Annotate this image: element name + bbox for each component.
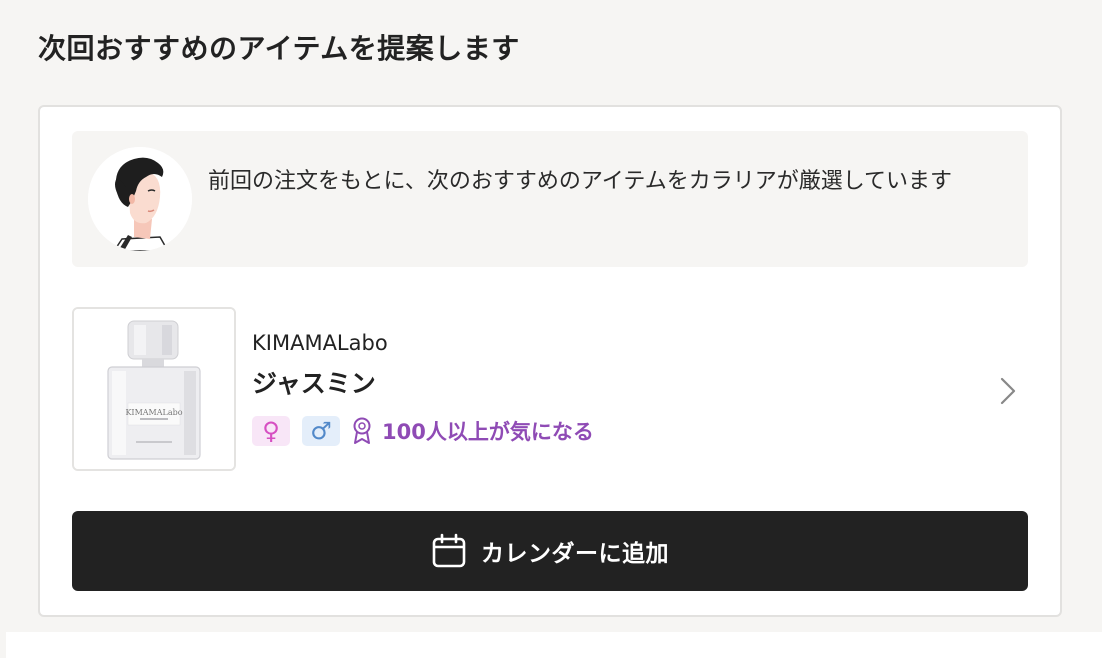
advisor-message: 前回の注文をもとに、次のおすすめのアイテムをカラリアが厳選しています [208, 169, 953, 194]
product-item[interactable]: KIMAMALabo KIMAMALabo ジャスミン ♀ ♂ 100人以上が気… [72, 307, 1028, 471]
bottle-label: KIMAMALabo [125, 408, 182, 417]
calendar-icon [432, 533, 466, 568]
add-to-calendar-button[interactable]: カレンダーに追加 [72, 511, 1028, 591]
product-brand: KIMAMALabo [252, 331, 388, 355]
chevron-right-icon[interactable] [996, 375, 1020, 407]
advisor-avatar [88, 147, 192, 251]
advisor-message-box: 前回の注文をもとに、次のおすすめのアイテムをカラリアが厳選しています [72, 131, 1028, 267]
bottom-strip [6, 632, 1102, 658]
section-title: 次回おすすめのアイテムを提案します [38, 32, 520, 65]
product-image[interactable]: KIMAMALabo [72, 307, 236, 471]
add-to-calendar-label: カレンダーに追加 [481, 541, 669, 567]
ribbon-award-icon [350, 416, 374, 446]
perfume-bottle-icon: KIMAMALabo [74, 309, 234, 469]
male-icon: ♂ [302, 416, 340, 446]
product-name: ジャスミン [252, 369, 376, 398]
female-icon: ♀ [252, 416, 290, 446]
product-tags: ♀ ♂ 100人以上が気になる [252, 415, 594, 447]
person-illustration-icon [88, 147, 192, 251]
recommendation-card: 前回の注文をもとに、次のおすすめのアイテムをカラリアが厳選しています KIMAM… [38, 105, 1062, 617]
popularity-text: 100人以上が気になる [382, 420, 594, 444]
